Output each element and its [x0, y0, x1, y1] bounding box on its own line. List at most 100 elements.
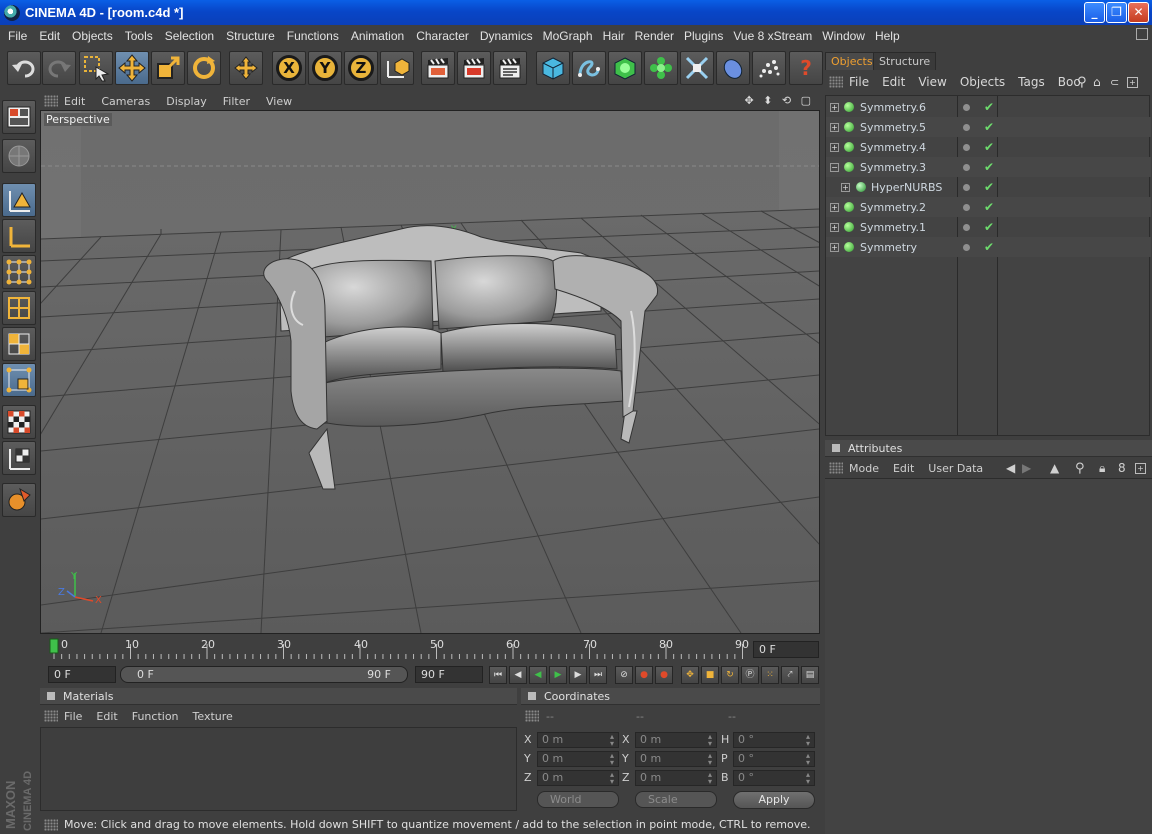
live-selection-button[interactable]: [79, 51, 113, 85]
objects-menu-objects[interactable]: Objects: [960, 75, 1005, 89]
menu-structure[interactable]: Structure: [220, 29, 281, 43]
maximize-button[interactable]: ❐: [1106, 2, 1127, 23]
objects-menu-view[interactable]: View: [918, 75, 946, 89]
visibility-dot-icon[interactable]: [963, 183, 970, 191]
materials-menu-texture[interactable]: Texture: [193, 710, 233, 723]
back-arrow-icon[interactable]: ◀: [1006, 461, 1015, 475]
menu-window[interactable]: Window: [817, 29, 870, 43]
expand-icon[interactable]: +: [830, 222, 839, 232]
points-mode-button[interactable]: [2, 255, 36, 289]
search-icon[interactable]: ⚲: [1077, 75, 1087, 90]
y-axis-lock-button[interactable]: Y: [308, 51, 342, 85]
tab-structure[interactable]: Structure: [873, 52, 937, 70]
next-frame-button[interactable]: ▶: [569, 666, 587, 684]
make-editable-button[interactable]: [2, 139, 36, 173]
model-mode-button[interactable]: [2, 183, 36, 217]
rot-p-field[interactable]: 0 °: [733, 751, 815, 767]
prev-frame-button[interactable]: ◀: [509, 666, 527, 684]
object-row-symmetry-5[interactable]: + Symmetry.5 ✔: [826, 117, 1151, 137]
materials-menu-file[interactable]: File: [64, 710, 82, 723]
move-tool-button[interactable]: [115, 51, 149, 85]
attributes-menu-mode[interactable]: Mode: [849, 462, 879, 475]
pos-y-field[interactable]: 0 m: [537, 751, 619, 767]
panel-menu-icon[interactable]: [528, 692, 536, 700]
enabled-check-icon[interactable]: ✔: [984, 100, 994, 114]
key-scale-button[interactable]: ■: [701, 666, 719, 684]
up-arrow-icon[interactable]: ▲: [1050, 461, 1059, 475]
object-row-hypernurbs[interactable]: + HyperNURBS ✔: [826, 177, 1151, 197]
menu-character[interactable]: Character: [410, 29, 475, 43]
attributes-body[interactable]: [825, 478, 1152, 834]
texture-axis-button[interactable]: [2, 405, 36, 439]
object-row-symmetry[interactable]: + Symmetry ✔: [826, 237, 1151, 257]
apply-button[interactable]: Apply: [733, 791, 815, 809]
x-axis-lock-button[interactable]: X: [272, 51, 306, 85]
collapse-icon[interactable]: −: [830, 162, 839, 172]
object-manager-grip-icon[interactable]: [829, 76, 843, 88]
objects-menu-edit[interactable]: Edit: [882, 75, 905, 89]
enabled-check-icon[interactable]: ✔: [984, 200, 994, 214]
expand-icon[interactable]: +: [830, 142, 839, 152]
collapse-icon[interactable]: ⊂: [1110, 76, 1119, 89]
rotate-tool-button[interactable]: [187, 51, 221, 85]
object-row-symmetry-3[interactable]: − Symmetry.3 ✔: [826, 157, 1151, 177]
object-row-symmetry-4[interactable]: + Symmetry.4 ✔: [826, 137, 1151, 157]
expand-icon[interactable]: +: [830, 202, 839, 212]
object-row-symmetry-6[interactable]: + Symmetry.6 ✔: [826, 97, 1151, 117]
attributes-search-icon[interactable]: ⚲: [1075, 461, 1085, 476]
recent-tool-button[interactable]: [229, 51, 263, 85]
object-row-symmetry-1[interactable]: + Symmetry.1 ✔: [826, 217, 1151, 237]
help-button[interactable]: ?: [789, 51, 823, 85]
key-points-button[interactable]: ⁙: [761, 666, 779, 684]
objects-menu-file[interactable]: File: [849, 75, 869, 89]
workplane-button[interactable]: [2, 441, 36, 475]
panel-menu-icon[interactable]: [832, 444, 840, 452]
redo-button[interactable]: [42, 51, 76, 85]
coordinates-grip-icon[interactable]: [525, 710, 539, 722]
viewport-navigation-icons[interactable]: ✥ ⬍ ⟲ ▢: [744, 94, 814, 107]
key-parameter-button[interactable]: Ⓟ: [741, 666, 759, 684]
new-manager-icon[interactable]: +: [1127, 76, 1138, 88]
menu-vue-xstream[interactable]: Vue 8 xStream: [728, 29, 817, 43]
scheme-button[interactable]: ▤: [801, 666, 819, 684]
undo-button[interactable]: [7, 51, 41, 85]
add-environment-button[interactable]: [716, 51, 750, 85]
materials-menu-function[interactable]: Function: [132, 710, 179, 723]
render-settings-button[interactable]: [493, 51, 527, 85]
menu-functions[interactable]: Functions: [281, 29, 345, 43]
objects-menu-tags[interactable]: Tags: [1018, 75, 1045, 89]
visibility-dot-icon[interactable]: [963, 103, 970, 111]
forward-arrow-icon[interactable]: ▶: [1022, 461, 1031, 475]
object-name[interactable]: Symmetry.6: [860, 101, 926, 114]
record-button[interactable]: ●: [635, 666, 653, 684]
render-view-button[interactable]: [421, 51, 455, 85]
expand-icon[interactable]: +: [830, 122, 839, 132]
add-nurbs-button[interactable]: [608, 51, 642, 85]
enabled-check-icon[interactable]: ✔: [984, 240, 994, 254]
add-spline-button[interactable]: [572, 51, 606, 85]
viewport-menu-cameras[interactable]: Cameras: [101, 95, 150, 108]
perspective-viewport[interactable]: Y Y X Z Perspective: [40, 110, 820, 634]
z-axis-lock-button[interactable]: Z: [344, 51, 378, 85]
panel-menu-icon[interactable]: [47, 692, 55, 700]
goto-end-button[interactable]: ⏭: [589, 666, 607, 684]
pos-x-field[interactable]: 0 m: [537, 732, 619, 748]
visibility-dot-icon[interactable]: [963, 163, 970, 171]
menu-edit[interactable]: Edit: [33, 29, 66, 43]
tab-objects[interactable]: Objects: [825, 52, 879, 70]
menu-dynamics[interactable]: Dynamics: [475, 29, 538, 43]
viewport-menu-filter[interactable]: Filter: [223, 95, 250, 108]
attributes-menu-edit[interactable]: Edit: [893, 462, 914, 475]
viewport-menu-view[interactable]: View: [266, 95, 292, 108]
lock-icon[interactable]: 🔒︎: [1099, 461, 1105, 476]
add-array-button[interactable]: [644, 51, 678, 85]
scale-tool-button[interactable]: [151, 51, 185, 85]
play-forward-button[interactable]: ▶: [549, 666, 567, 684]
size-y-field[interactable]: 0 m: [635, 751, 717, 767]
object-axis-button[interactable]: [2, 219, 36, 253]
menu-render[interactable]: Render: [630, 29, 679, 43]
object-list[interactable]: + Symmetry.6 ✔ + Symmetry.5 ✔ + Symmetry…: [825, 95, 1151, 436]
materials-menu-edit[interactable]: Edit: [96, 710, 117, 723]
preview-range-slider[interactable]: 0 F 90 F: [120, 666, 408, 683]
menu-plugins[interactable]: Plugins: [679, 29, 728, 43]
